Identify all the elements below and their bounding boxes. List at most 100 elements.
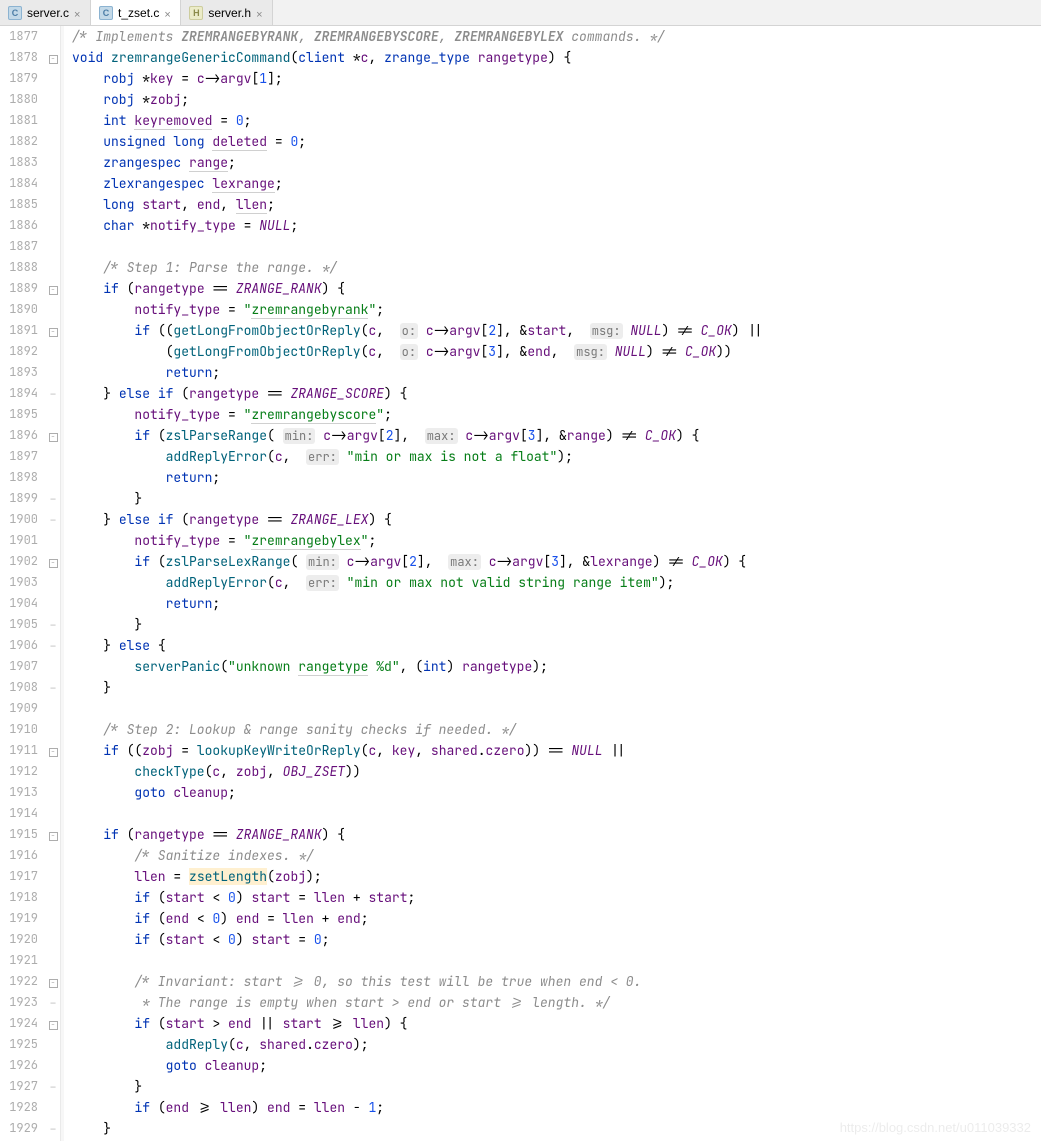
fold-gutter[interactable]: −−−─−──−───−−−─−──: [46, 26, 60, 1141]
code-line[interactable]: addReplyError(c, err: "min or max is not…: [72, 446, 1041, 467]
fold-collapse-icon[interactable]: −: [49, 559, 58, 568]
code-line[interactable]: if (start < 0) start = 0;: [72, 929, 1041, 950]
line-number[interactable]: 1907: [0, 656, 38, 677]
code-line[interactable]: addReplyError(c, err: "min or max not va…: [72, 572, 1041, 593]
line-number[interactable]: 1891: [0, 320, 38, 341]
line-number[interactable]: 1915: [0, 824, 38, 845]
line-number[interactable]: 1929: [0, 1118, 38, 1139]
code-line[interactable]: }: [72, 1076, 1041, 1097]
fold-cell[interactable]: −: [46, 1013, 60, 1034]
line-number[interactable]: 1893: [0, 362, 38, 383]
code-line[interactable]: robj *zobj;: [72, 89, 1041, 110]
line-number[interactable]: 1912: [0, 761, 38, 782]
code-line[interactable]: /* Invariant: start >= 0, so this test w…: [72, 971, 1041, 992]
code-line[interactable]: [72, 698, 1041, 719]
code-line[interactable]: robj *key = c->argv[1];: [72, 68, 1041, 89]
close-icon[interactable]: ×: [74, 9, 82, 17]
line-number[interactable]: 1894: [0, 383, 38, 404]
fold-cell[interactable]: ─: [46, 677, 60, 698]
code-line[interactable]: [72, 803, 1041, 824]
fold-cell[interactable]: ─: [46, 614, 60, 635]
fold-cell[interactable]: ─: [46, 383, 60, 404]
code-line[interactable]: serverPanic("unknown rangetype %d", (int…: [72, 656, 1041, 677]
code-line[interactable]: /* Step 1: Parse the range. */: [72, 257, 1041, 278]
line-number[interactable]: 1882: [0, 131, 38, 152]
line-number[interactable]: 1889: [0, 278, 38, 299]
code-line[interactable]: return;: [72, 362, 1041, 383]
code-line[interactable]: [72, 236, 1041, 257]
line-number[interactable]: 1884: [0, 173, 38, 194]
line-number[interactable]: 1925: [0, 1034, 38, 1055]
fold-collapse-icon[interactable]: −: [49, 832, 58, 841]
line-number[interactable]: 1911: [0, 740, 38, 761]
line-number[interactable]: 1888: [0, 257, 38, 278]
code-line[interactable]: }: [72, 614, 1041, 635]
code-line[interactable]: char *notify_type = NULL;: [72, 215, 1041, 236]
line-number[interactable]: 1879: [0, 68, 38, 89]
code-line[interactable]: if (end < 0) end = llen + end;: [72, 908, 1041, 929]
line-number[interactable]: 1904: [0, 593, 38, 614]
code-line[interactable]: if (end >= llen) end = llen - 1;: [72, 1097, 1041, 1118]
code-line[interactable]: zlexrangespec lexrange;: [72, 173, 1041, 194]
code-line[interactable]: notify_type = "zremrangebyscore";: [72, 404, 1041, 425]
code-line[interactable]: }: [72, 488, 1041, 509]
fold-collapse-icon[interactable]: −: [49, 979, 58, 988]
line-number[interactable]: 1883: [0, 152, 38, 173]
fold-cell[interactable]: ─: [46, 1076, 60, 1097]
code-line[interactable]: /* Sanitize indexes. */: [72, 845, 1041, 866]
line-number[interactable]: 1890: [0, 299, 38, 320]
line-number[interactable]: 1895: [0, 404, 38, 425]
code-line[interactable]: if (start < 0) start = llen + start;: [72, 887, 1041, 908]
line-number[interactable]: 1914: [0, 803, 38, 824]
code-line[interactable]: addReply(c, shared.czero);: [72, 1034, 1041, 1055]
fold-cell[interactable]: −: [46, 551, 60, 572]
fold-cell[interactable]: ─: [46, 488, 60, 509]
fold-cell[interactable]: ─: [46, 1118, 60, 1139]
code-line[interactable]: } else {: [72, 635, 1041, 656]
fold-cell[interactable]: −: [46, 824, 60, 845]
fold-cell[interactable]: −: [46, 47, 60, 68]
line-number[interactable]: 1900: [0, 509, 38, 530]
line-number[interactable]: 1898: [0, 467, 38, 488]
line-number[interactable]: 1902: [0, 551, 38, 572]
fold-cell[interactable]: −: [46, 278, 60, 299]
line-number[interactable]: 1913: [0, 782, 38, 803]
line-number[interactable]: 1910: [0, 719, 38, 740]
line-number[interactable]: 1928: [0, 1097, 38, 1118]
code-editor[interactable]: 1877187818791880188118821883188418851886…: [0, 26, 1041, 1141]
code-line[interactable]: zrangespec range;: [72, 152, 1041, 173]
line-number[interactable]: 1923: [0, 992, 38, 1013]
code-line[interactable]: if (rangetype == ZRANGE_RANK) {: [72, 824, 1041, 845]
line-number[interactable]: 1918: [0, 887, 38, 908]
line-number[interactable]: 1903: [0, 572, 38, 593]
line-number[interactable]: 1917: [0, 866, 38, 887]
line-number[interactable]: 1921: [0, 950, 38, 971]
line-number[interactable]: 1901: [0, 530, 38, 551]
line-number[interactable]: 1908: [0, 677, 38, 698]
line-number[interactable]: 1881: [0, 110, 38, 131]
line-number[interactable]: 1887: [0, 236, 38, 257]
code-line[interactable]: * The range is empty when start > end or…: [72, 992, 1041, 1013]
code-line[interactable]: notify_type = "zremrangebyrank";: [72, 299, 1041, 320]
line-number[interactable]: 1886: [0, 215, 38, 236]
line-number[interactable]: 1920: [0, 929, 38, 950]
line-number[interactable]: 1916: [0, 845, 38, 866]
tab-server-c[interactable]: Cserver.c×: [0, 0, 91, 25]
code-line[interactable]: if ((getLongFromObjectOrReply(c, o: c->a…: [72, 320, 1041, 341]
code-line[interactable]: if (zslParseRange( min: c->argv[2], max:…: [72, 425, 1041, 446]
line-number[interactable]: 1896: [0, 425, 38, 446]
line-number[interactable]: 1905: [0, 614, 38, 635]
line-number[interactable]: 1909: [0, 698, 38, 719]
code-line[interactable]: /* Step 2: Lookup & range sanity checks …: [72, 719, 1041, 740]
line-number[interactable]: 1899: [0, 488, 38, 509]
fold-cell[interactable]: ─: [46, 992, 60, 1013]
code-line[interactable]: if ((zobj = lookupKeyWriteOrReply(c, key…: [72, 740, 1041, 761]
code-line[interactable]: llen = zsetLength(zobj);: [72, 866, 1041, 887]
line-number[interactable]: 1880: [0, 89, 38, 110]
fold-collapse-icon[interactable]: −: [49, 55, 58, 64]
fold-cell[interactable]: −: [46, 425, 60, 446]
close-icon[interactable]: ×: [164, 9, 172, 17]
code-line[interactable]: unsigned long deleted = 0;: [72, 131, 1041, 152]
code-line[interactable]: return;: [72, 593, 1041, 614]
code-line[interactable]: void zremrangeGenericCommand(client *c, …: [72, 47, 1041, 68]
